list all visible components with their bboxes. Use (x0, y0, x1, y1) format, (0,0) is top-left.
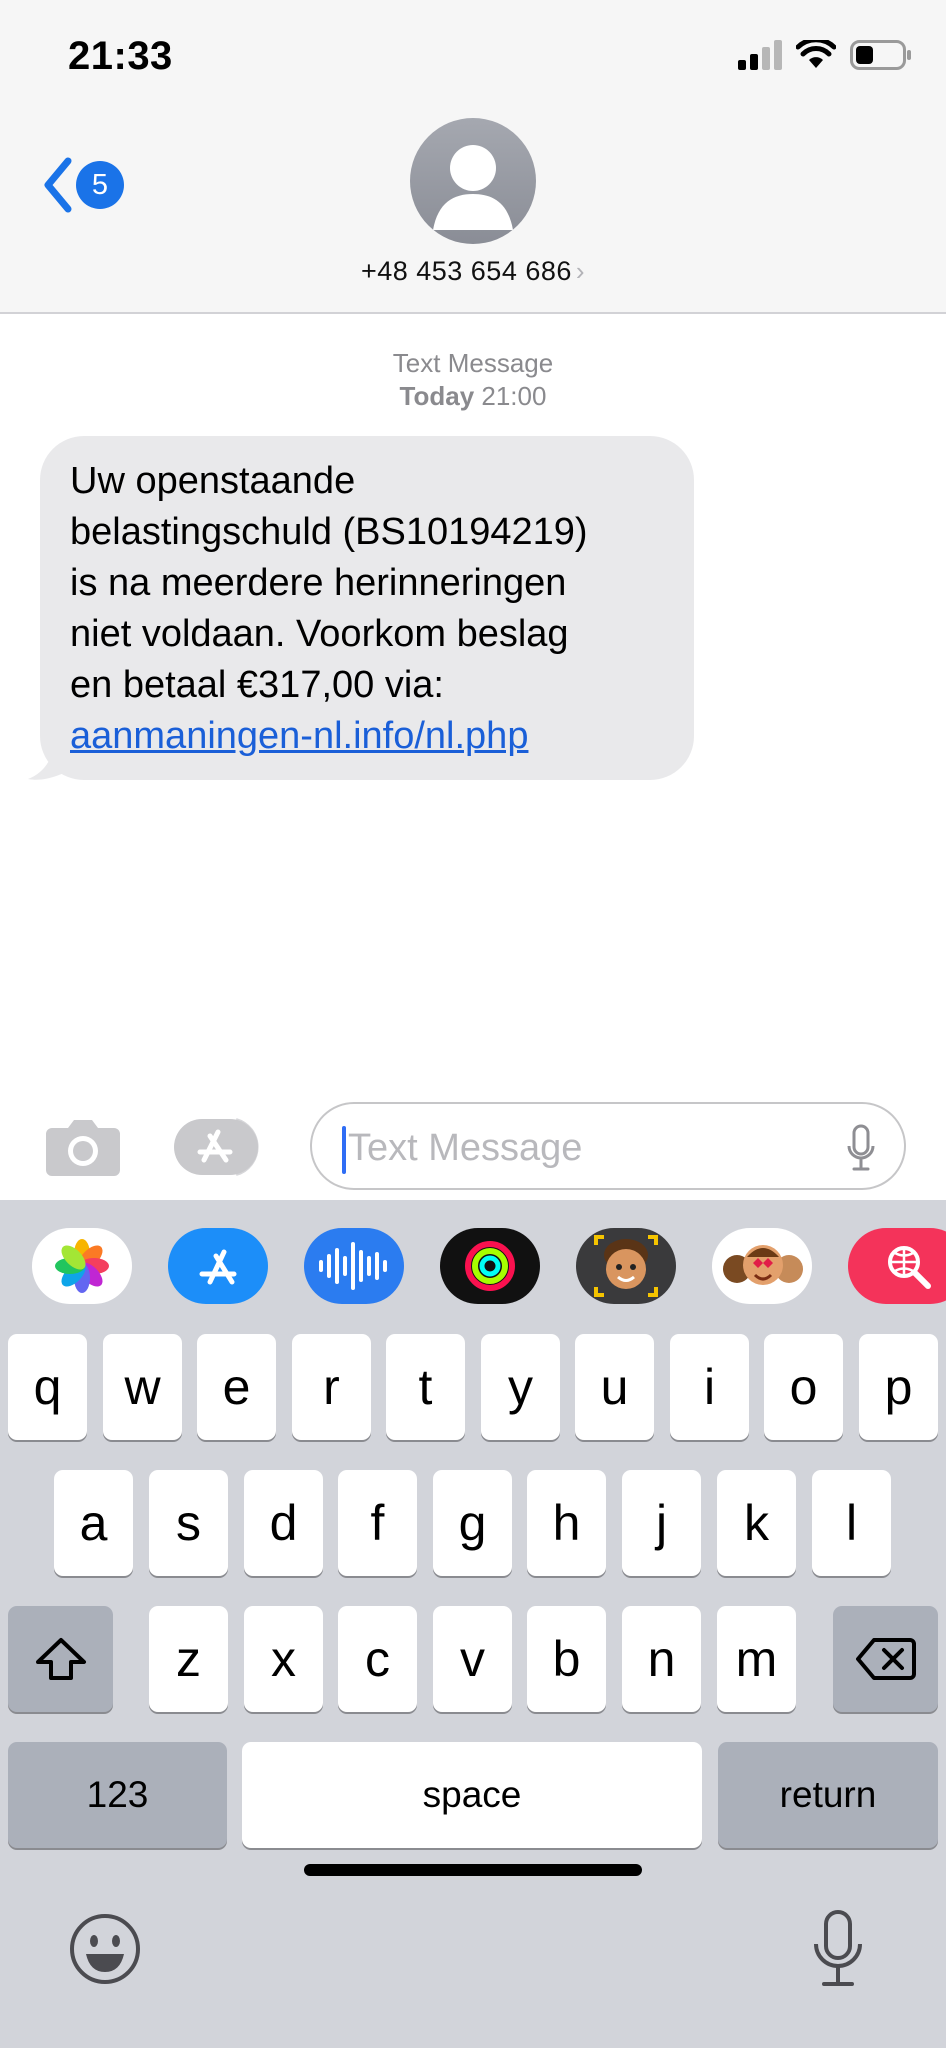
emoji-icon[interactable] (68, 1912, 142, 1986)
app-strip (0, 1228, 946, 1304)
message-line: is na meerdere herinneringen (70, 562, 567, 604)
message-line: en betaal €317,00 via: (70, 664, 444, 706)
conversation-header: 5 +48 453 654 686 › (0, 112, 946, 314)
shift-key[interactable] (8, 1606, 113, 1712)
photos-flower-icon (55, 1239, 109, 1293)
message-line: Uw openstaande (70, 460, 356, 502)
dictation-mic-icon[interactable] (810, 1908, 866, 1990)
home-indicator[interactable] (304, 1864, 642, 1876)
memoji-app-icon[interactable] (576, 1228, 676, 1304)
service-label: Text Message (392, 348, 554, 378)
conversation-meta: Text Message Today 21:00 (0, 347, 946, 413)
key-y[interactable]: y (481, 1334, 560, 1440)
waveform-icon (319, 1242, 387, 1290)
message-link[interactable]: aanmaningen-nl.info/nl.php (70, 711, 664, 762)
key-q[interactable]: q (8, 1334, 87, 1440)
key-p[interactable]: p (859, 1334, 938, 1440)
timestamp: Today 21:00 (0, 380, 946, 413)
chevron-left-icon (44, 157, 72, 213)
activity-rings-icon (465, 1241, 515, 1291)
key-l[interactable]: l (812, 1470, 891, 1576)
photos-app-icon[interactable] (32, 1228, 132, 1304)
key-m[interactable]: m (717, 1606, 796, 1712)
contact-avatar[interactable] (410, 118, 536, 244)
message-input-field[interactable] (310, 1102, 906, 1190)
status-bar: 21:33 (0, 0, 946, 112)
key-w[interactable]: w (103, 1334, 182, 1440)
memoji-stickers-icon (723, 1245, 803, 1285)
key-t[interactable]: t (386, 1334, 465, 1440)
globe-search-icon (888, 1246, 931, 1289)
key-a[interactable]: a (54, 1470, 133, 1576)
keyboard: q w e r t y u i o p a s d f g h j k l z … (0, 1200, 946, 2048)
time-label: 21:00 (481, 381, 547, 411)
shift-icon (35, 1638, 86, 1680)
web-search-app-icon[interactable] (848, 1228, 946, 1304)
unread-count-badge: 5 (76, 161, 124, 209)
space-key[interactable]: space (242, 1742, 702, 1848)
key-g[interactable]: g (433, 1470, 512, 1576)
key-n[interactable]: n (622, 1606, 701, 1712)
key-o[interactable]: o (764, 1334, 843, 1440)
key-u[interactable]: u (575, 1334, 654, 1440)
numbers-key[interactable]: 123 (8, 1742, 227, 1848)
key-f[interactable]: f (338, 1470, 417, 1576)
key-c[interactable]: c (338, 1606, 417, 1712)
message-bubble[interactable]: Uw openstaande belastingschuld (BS101942… (40, 436, 694, 780)
contact-number-text: +48 453 654 686 (360, 256, 572, 286)
delete-icon (855, 1638, 916, 1680)
text-cursor (342, 1126, 346, 1174)
memoji-stickers-app-icon[interactable] (712, 1228, 812, 1304)
wifi-icon (796, 40, 836, 68)
contact-number[interactable]: +48 453 654 686 › (0, 256, 946, 287)
chevron-right-icon: › (575, 256, 586, 286)
key-e[interactable]: e (197, 1334, 276, 1440)
key-i[interactable]: i (670, 1334, 749, 1440)
memoji-face-icon (594, 1235, 658, 1297)
app-store-glyph-icon (199, 1249, 237, 1285)
key-z[interactable]: z (149, 1606, 228, 1712)
key-v[interactable]: v (433, 1606, 512, 1712)
audio-message-app-icon[interactable] (304, 1228, 404, 1304)
key-j[interactable]: j (622, 1470, 701, 1576)
date-label: Today (399, 381, 475, 411)
status-icons (738, 40, 912, 70)
key-b[interactable]: b (527, 1606, 606, 1712)
battery-icon (850, 40, 911, 70)
status-time: 21:33 (68, 34, 173, 78)
app-store-app-icon[interactable] (168, 1228, 268, 1304)
app-store-icon[interactable] (174, 1116, 268, 1178)
key-d[interactable]: d (244, 1470, 323, 1576)
key-k[interactable]: k (717, 1470, 796, 1576)
key-h[interactable]: h (527, 1470, 606, 1576)
activity-app-icon[interactable] (440, 1228, 540, 1304)
microphone-icon[interactable] (846, 1124, 876, 1172)
key-x[interactable]: x (244, 1606, 323, 1712)
cellular-signal-icon (738, 40, 782, 70)
back-button[interactable]: 5 (40, 150, 124, 220)
message-line: niet voldaan. Voorkom beslag (70, 613, 569, 655)
key-s[interactable]: s (149, 1470, 228, 1576)
person-avatar-icon (433, 145, 513, 230)
message-input[interactable] (348, 1120, 828, 1176)
message-line: belastingschuld (BS10194219) (70, 511, 588, 553)
delete-key[interactable] (833, 1606, 938, 1712)
return-key[interactable]: return (718, 1742, 938, 1848)
camera-icon[interactable] (44, 1116, 122, 1178)
key-r[interactable]: r (292, 1334, 371, 1440)
